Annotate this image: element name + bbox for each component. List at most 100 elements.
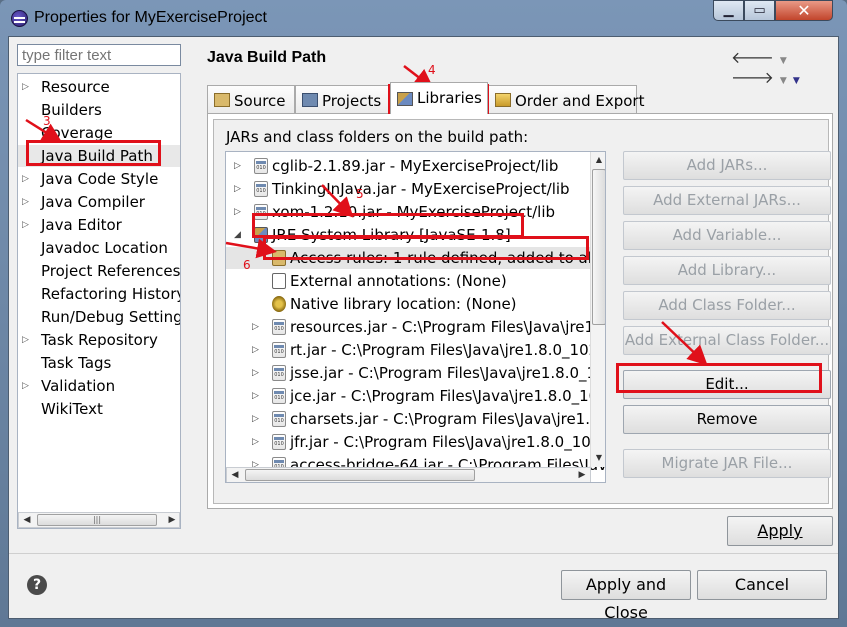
expand-twisty-icon[interactable]: ▷: [22, 168, 29, 190]
forward-arrow-icon[interactable]: 🡒: [731, 67, 776, 87]
add-jars-button[interactable]: Add JARs...: [623, 151, 831, 180]
dialog-body: WikiText ▷ Validation Task Tags ▷ Task Reposi…: [8, 36, 839, 622]
title-bar: Properties for MyExerciseProject ▁ ▭ ✕: [0, 0, 847, 36]
nav-item-label: Project References: [41, 262, 181, 280]
scroll-left-icon[interactable]: ◀: [19, 513, 35, 527]
collapse-twisty-icon[interactable]: ◢: [234, 224, 241, 246]
category-tree-hscroll[interactable]: ◀ ||| ▶: [18, 512, 180, 528]
tree-row[interactable]: ▷ jsse.jar - C:\Program Files\Java\jre1.8…: [226, 362, 605, 384]
tree-row-label: jfr.jar - C:\Program Files\Java\jre1.8.0…: [290, 433, 606, 451]
edit-button[interactable]: Edit...: [623, 370, 831, 399]
expand-twisty-icon[interactable]: ▷: [234, 155, 241, 177]
tab-order-export[interactable]: Order and Export: [488, 85, 645, 113]
tree-row[interactable]: ▷ cglib-2.1.89.jar - MyExerciseProject/li…: [226, 155, 605, 177]
libraries-icon: [397, 92, 413, 106]
tree-row[interactable]: ▷ jce.jar - C:\Program Files\Java\jre1.8.…: [226, 385, 605, 407]
cancel-button[interactable]: Cancel: [697, 570, 827, 600]
tree-row-label: cglib-2.1.89.jar - MyExerciseProject/lib: [272, 157, 559, 175]
nav-item-label: Java Build Path: [41, 147, 153, 165]
scroll-down-icon[interactable]: ▼: [591, 450, 605, 466]
annotations-icon: [272, 273, 286, 289]
expand-twisty-icon[interactable]: ▷: [22, 76, 29, 98]
back-arrow-icon[interactable]: 🡐: [731, 47, 776, 67]
scroll-thumb[interactable]: |||: [37, 514, 157, 526]
apply-and-close-button[interactable]: Apply and Close: [561, 570, 691, 622]
nav-item-label: Coverage: [41, 124, 113, 142]
close-icon: ✕: [797, 1, 811, 20]
libraries-panel: JARs and class folders on the build path…: [213, 119, 831, 504]
tree-row[interactable]: Native library location: (None): [226, 293, 605, 315]
jar-icon: [272, 411, 286, 427]
tree-row-label: charsets.jar - C:\Program Files\Java\jre…: [290, 410, 605, 428]
help-icon[interactable]: ?: [27, 575, 47, 595]
nav-item-label: WikiText: [41, 400, 103, 418]
nav-item-label: Validation: [41, 377, 116, 395]
expand-twisty-icon[interactable]: ▷: [252, 431, 259, 453]
tab-source[interactable]: Source: [207, 85, 295, 113]
tree-row-label: xom-1.2.10.jar - MyExerciseProject/lib: [272, 203, 556, 221]
page-title: Java Build Path: [207, 49, 327, 66]
tree-row[interactable]: ▷ rt.jar - C:\Program Files\Java\jre1.8.0…: [226, 339, 605, 361]
add-class-folder-button[interactable]: Add Class Folder...: [623, 291, 831, 320]
libraries-tree[interactable]: ▷cldrdata.jar - C:\Program Files\Java\jr…: [225, 151, 606, 483]
step-6-label: 6: [243, 258, 251, 272]
maximize-icon: ▭: [753, 3, 766, 18]
libraries-tab-panel: JARs and class folders on the build path…: [207, 113, 833, 509]
close-button[interactable]: ✕: [775, 0, 833, 21]
tree-row[interactable]: External annotations: (None): [226, 270, 605, 292]
expand-twisty-icon[interactable]: ▷: [22, 375, 29, 397]
expand-twisty-icon[interactable]: ▷: [252, 362, 259, 384]
step-3-label: 3: [43, 114, 51, 128]
nav-item-label: Refactoring History: [41, 285, 181, 303]
tree-row[interactable]: ▷ jfr.jar - C:\Program Files\Java\jre1.8.…: [226, 431, 606, 453]
scroll-right-icon[interactable]: ▶: [574, 468, 590, 482]
expand-twisty-icon[interactable]: ▷: [22, 214, 29, 236]
native-library-icon: [272, 296, 286, 312]
hscroll-thumb[interactable]: [245, 469, 475, 481]
tab-projects[interactable]: Projects: [295, 85, 390, 113]
tree-row[interactable]: ▷ xom-1.2.10.jar - MyExerciseProject/lib: [226, 201, 605, 223]
filter-input[interactable]: [17, 44, 181, 66]
libraries-tree-vscroll[interactable]: ▲ ▼: [590, 152, 605, 467]
expand-twisty-icon[interactable]: ▷: [252, 385, 259, 407]
nav-item-java-build-path[interactable]: Java Build Path: [18, 145, 180, 167]
category-tree[interactable]: WikiText ▷ Validation Task Tags ▷ Task Reposi…: [17, 73, 181, 529]
add-variable-button[interactable]: Add Variable...: [623, 221, 831, 250]
tree-row[interactable]: Access rules: 1 rule defined, added to a…: [226, 247, 605, 269]
minimize-icon: ▁: [723, 3, 734, 18]
source-folder-icon: [214, 93, 230, 107]
expand-twisty-icon[interactable]: ▷: [252, 339, 259, 361]
apply-button[interactable]: Apply: [727, 516, 833, 546]
expand-twisty-icon[interactable]: ▷: [252, 316, 259, 338]
tab-libraries[interactable]: Libraries: [390, 82, 488, 114]
properties-window: Properties for MyExerciseProject ▁ ▭ ✕ W…: [0, 0, 847, 627]
jar-icon: [272, 319, 286, 335]
vscroll-thumb[interactable]: [592, 169, 605, 325]
maximize-button[interactable]: ▭: [744, 0, 775, 21]
tree-row[interactable]: ▷ TinkingInJava.jar - MyExerciseProject/l…: [226, 178, 605, 200]
expand-twisty-icon[interactable]: ▷: [22, 191, 29, 213]
scroll-left-icon[interactable]: ◀: [227, 468, 243, 482]
tree-row[interactable]: ◢ JRE System Library [JavaSE-1.8]: [226, 224, 605, 246]
jar-icon: [272, 388, 286, 404]
add-library-button[interactable]: Add Library...: [623, 256, 831, 285]
nav-item-label: Task Tags: [41, 354, 112, 372]
migrate-jar-button[interactable]: Migrate JAR File...: [623, 449, 831, 478]
remove-button[interactable]: Remove: [623, 405, 831, 434]
scroll-up-icon[interactable]: ▲: [591, 152, 605, 168]
expand-twisty-icon[interactable]: ▷: [234, 201, 241, 223]
expand-twisty-icon[interactable]: ▷: [252, 408, 259, 430]
minimize-button[interactable]: ▁: [713, 0, 744, 21]
back-dropdown-icon[interactable]: ▼: [780, 56, 789, 66]
jar-icon: [254, 181, 268, 197]
add-external-class-folder-button[interactable]: Add External Class Folder...: [623, 326, 831, 355]
tree-row[interactable]: ▷ resources.jar - C:\Program Files\Java\j…: [226, 316, 605, 338]
scroll-right-icon[interactable]: ▶: [164, 513, 180, 527]
add-external-jars-button[interactable]: Add External JARs...: [623, 186, 831, 215]
nav-item-label: Java Compiler: [41, 193, 145, 211]
nav-item-label: Resource: [41, 78, 110, 96]
expand-twisty-icon[interactable]: ▷: [234, 178, 241, 200]
libraries-tree-hscroll[interactable]: ◀ ▶: [226, 467, 591, 482]
expand-twisty-icon[interactable]: ▷: [22, 329, 29, 351]
tree-row[interactable]: ▷ charsets.jar - C:\Program Files\Java\jr…: [226, 408, 605, 430]
